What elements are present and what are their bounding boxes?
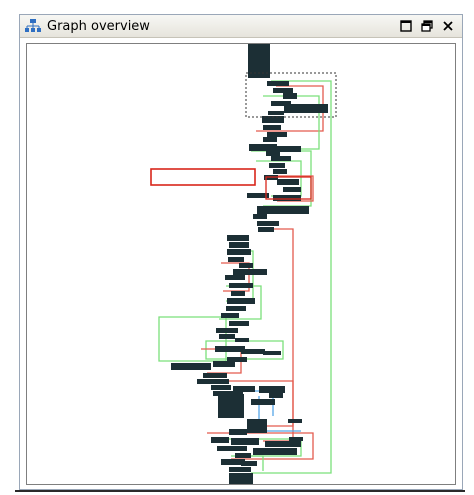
- code-block: [249, 144, 277, 151]
- code-block: [267, 132, 287, 137]
- code-block: [233, 269, 267, 275]
- code-block: [263, 137, 277, 142]
- restore-button[interactable]: [418, 18, 435, 35]
- code-block: [171, 363, 211, 370]
- code-block: [259, 386, 285, 393]
- code-block: [253, 214, 267, 219]
- code-block: [213, 361, 235, 367]
- panel-title: Graph overview: [47, 18, 150, 34]
- code-block: [258, 227, 274, 232]
- code-block: [288, 419, 302, 423]
- code-block: [235, 338, 249, 342]
- maximize-icon: [399, 17, 412, 36]
- graph-canvas[interactable]: [26, 43, 456, 485]
- code-block: [273, 169, 287, 174]
- code-block: [216, 328, 238, 333]
- code-block: [227, 235, 249, 241]
- code-block: [273, 195, 301, 201]
- code-block: [283, 93, 297, 99]
- code-block: [284, 104, 328, 113]
- window-bottom-border: [15, 490, 465, 492]
- code-block: [268, 111, 284, 115]
- code-block: [263, 351, 281, 355]
- title-bar[interactable]: Graph overview: [20, 15, 462, 38]
- code-block: [251, 399, 275, 405]
- code-block: [197, 379, 229, 384]
- code-block: [265, 441, 301, 447]
- graph-svg: [150, 44, 337, 484]
- code-block: [267, 81, 289, 86]
- selected-block-outline: [150, 168, 256, 186]
- code-block: [273, 88, 293, 93]
- code-block: [241, 461, 257, 466]
- code-block: [269, 393, 283, 398]
- code-block: [229, 242, 249, 248]
- code-block: [283, 187, 301, 192]
- code-block: [257, 221, 279, 226]
- code-block: [229, 473, 253, 484]
- code-block: [266, 151, 280, 156]
- code-block: [221, 313, 239, 318]
- code-block: [229, 429, 247, 435]
- code-block: [218, 394, 244, 418]
- code-block: [233, 386, 255, 392]
- code-block: [229, 321, 249, 326]
- code-block: [263, 125, 281, 130]
- maximize-button[interactable]: [397, 18, 414, 35]
- code-block: [231, 291, 245, 296]
- code-block: [229, 467, 251, 472]
- close-button[interactable]: [439, 18, 456, 35]
- code-block: [229, 283, 253, 288]
- code-block: [277, 179, 299, 185]
- code-block: [241, 349, 265, 354]
- code-block: [211, 385, 231, 390]
- code-block: [277, 146, 301, 152]
- code-block: [247, 419, 267, 433]
- code-block: [215, 346, 245, 352]
- graph-edge: [259, 228, 294, 442]
- code-block: [225, 275, 245, 280]
- code-block: [217, 446, 247, 451]
- code-block: [227, 249, 251, 255]
- code-block: [227, 298, 255, 304]
- close-icon: [442, 17, 454, 36]
- code-block: [228, 257, 244, 262]
- code-block: [203, 373, 227, 378]
- code-block: [226, 306, 246, 311]
- code-block: [235, 453, 251, 458]
- code-block: [219, 334, 235, 339]
- code-block: [289, 437, 303, 441]
- code-block: [211, 437, 229, 443]
- graph-overview-window: Graph overview: [19, 14, 463, 490]
- code-block: [239, 263, 253, 268]
- code-block: [253, 448, 297, 455]
- code-block: [271, 156, 291, 161]
- code-block: [269, 163, 285, 168]
- code-block: [231, 438, 259, 445]
- restore-window-icon: [420, 17, 433, 36]
- graph-hierarchy-icon: [24, 18, 42, 34]
- graph-edge: [158, 316, 227, 362]
- code-block: [257, 206, 309, 214]
